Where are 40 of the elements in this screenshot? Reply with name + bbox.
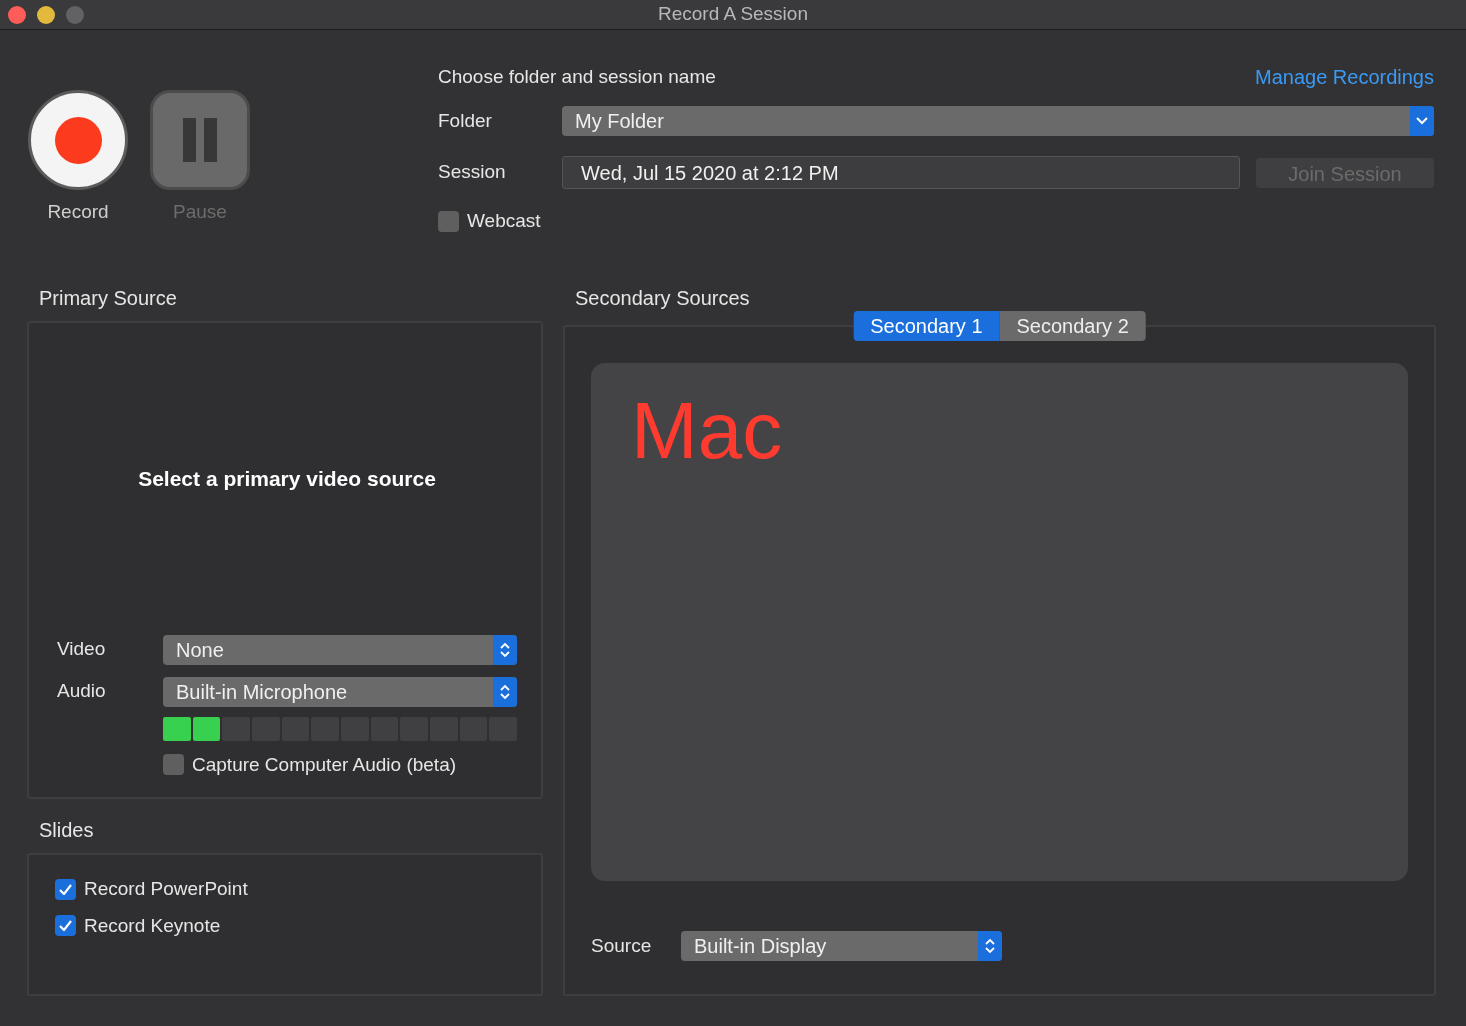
chevron-down-icon <box>1410 106 1434 137</box>
prompt-text: Select a primary video source <box>138 466 436 492</box>
manage-recordings-link[interactable]: Manage Recordings <box>1255 62 1434 93</box>
section-title: Slides <box>38 818 95 843</box>
section-title: Primary Source <box>38 286 178 311</box>
pause-icon <box>180 116 220 165</box>
tab[interactable]: Secondary 2 <box>999 311 1146 341</box>
audio-select[interactable]: Built-in Microphone <box>163 676 517 707</box>
zoom-button[interactable] <box>66 5 84 24</box>
checkbox-label: Webcast <box>467 209 541 234</box>
checkbox[interactable] <box>55 878 76 900</box>
section-title: Secondary Sources <box>574 286 751 311</box>
source-select[interactable]: Built-in Display <box>681 931 1002 961</box>
button-label: Record <box>47 200 109 225</box>
field-label: Audio <box>57 679 107 704</box>
checkmark-icon <box>59 920 72 932</box>
field-label: Source <box>591 933 653 958</box>
stepper-icon <box>978 931 1002 961</box>
folder-select[interactable]: My Folder <box>562 106 1434 137</box>
field-label: Session <box>438 160 507 185</box>
stepper-icon <box>493 634 517 665</box>
checkmark-icon <box>59 883 72 895</box>
field-label: Video <box>57 637 107 662</box>
window-title: Record A Session <box>658 3 808 25</box>
checkbox-label: Capture Computer Audio (beta) <box>192 752 457 777</box>
stepper-icon <box>493 676 517 707</box>
button-label: Pause <box>173 200 227 225</box>
checkbox-label: Record Keynote <box>84 913 221 938</box>
checkbox[interactable] <box>163 754 184 776</box>
section-heading: Choose folder and session name <box>438 64 716 89</box>
checkbox[interactable] <box>438 210 459 232</box>
minimize-button[interactable] <box>37 5 55 24</box>
checkbox[interactable] <box>55 915 76 937</box>
preview-label: Mac <box>631 386 783 475</box>
close-button[interactable] <box>8 5 26 24</box>
checkbox-label: Record PowerPoint <box>84 877 248 901</box>
session-name-field[interactable]: Wed, Jul 15 2020 at 2:12 PM <box>562 156 1240 190</box>
field-label: Folder <box>438 108 493 133</box>
video-select[interactable]: None <box>163 634 517 665</box>
tab[interactable]: Secondary 1 <box>853 311 1000 341</box>
